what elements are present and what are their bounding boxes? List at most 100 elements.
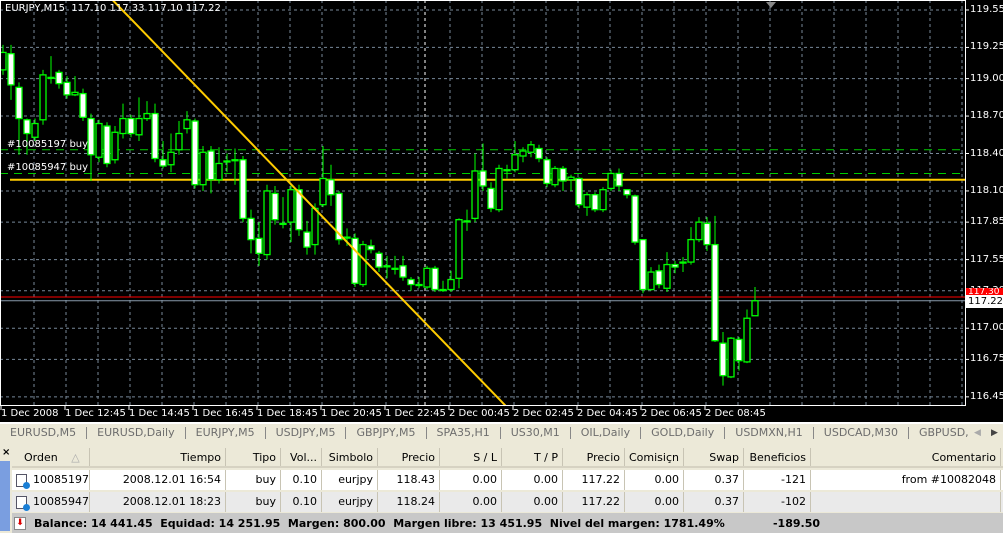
chart-tab[interactable]: SPA35,H1 bbox=[427, 427, 501, 439]
cell: 0.00 bbox=[472, 473, 498, 486]
chart-canvas[interactable] bbox=[0, 0, 1003, 422]
total-profit: -189.50 bbox=[772, 516, 820, 530]
price-axis-label: 118.40 bbox=[970, 147, 1003, 159]
bull-candle bbox=[751, 300, 759, 317]
chart-tab[interactable]: EURUSD,Daily bbox=[87, 427, 186, 439]
bear-candle bbox=[671, 263, 679, 268]
bear-candle bbox=[207, 150, 215, 181]
chart-tab[interactable]: GOLD,Daily bbox=[641, 427, 726, 439]
column-header[interactable]: Tipo bbox=[226, 448, 281, 466]
bull-candle bbox=[287, 189, 295, 223]
column-header[interactable]: Orden △ bbox=[12, 448, 90, 466]
chart-tab[interactable]: EURUSD,M5 bbox=[0, 427, 88, 439]
bull-candle bbox=[223, 160, 231, 163]
bull-candle bbox=[383, 265, 391, 268]
bull-candle bbox=[583, 194, 591, 208]
time-axis-label: 1 Dec 2008 bbox=[1, 408, 59, 419]
bear-candle bbox=[703, 222, 711, 246]
chart-shift-icon bbox=[766, 2, 776, 8]
bull-candle bbox=[311, 207, 319, 246]
chart-tab[interactable]: OIL,Daily bbox=[571, 427, 642, 439]
time-axis-label: 2 Dec 02:45 bbox=[513, 408, 574, 419]
bull-candle bbox=[567, 176, 575, 181]
cell: 0.00 bbox=[533, 495, 559, 508]
bid-price-label: 117.22 bbox=[966, 295, 1003, 308]
cell: 0.00 bbox=[472, 495, 498, 508]
cell: from #10082048 bbox=[901, 473, 996, 486]
table-row[interactable]: 10085197 2008.12.01 16:54 buy 0.10 eurjpy 118… bbox=[12, 470, 1003, 490]
chart-tab[interactable]: USDMXN,H1 bbox=[725, 427, 814, 439]
time-axis-label: 2 Dec 08:45 bbox=[705, 408, 766, 419]
price-chart[interactable]: EURJPY,M15 117.10 117.33 117.10 117.22 #… bbox=[0, 0, 1003, 422]
bull-candle bbox=[319, 177, 327, 206]
cell: 0.37 bbox=[714, 495, 740, 508]
bull-candle bbox=[647, 271, 655, 291]
column-header[interactable]: Beneficios bbox=[744, 448, 811, 466]
cell: 118.43 bbox=[396, 473, 436, 486]
bull-candle bbox=[175, 132, 183, 151]
bear-candle bbox=[63, 81, 71, 96]
column-header[interactable]: Vol... bbox=[281, 448, 322, 466]
time-axis-label: 2 Dec 06:45 bbox=[641, 408, 702, 419]
column-header[interactable]: Precio bbox=[378, 448, 440, 466]
column-header[interactable]: S / L bbox=[440, 448, 502, 466]
cell: 117.22 bbox=[581, 495, 621, 508]
price-axis-label: 117.00 bbox=[970, 322, 1003, 334]
chart-tab[interactable]: USDCAD,M30 bbox=[814, 427, 909, 439]
cell: eurjpy bbox=[338, 495, 373, 508]
table-row[interactable]: 10085947 2008.12.01 18:23 buy 0.10 eurjpy 118… bbox=[12, 492, 1003, 512]
bull-candle bbox=[423, 267, 431, 288]
bear-candle bbox=[103, 125, 111, 165]
column-header[interactable]: Simbolo bbox=[322, 448, 378, 466]
bear-candle bbox=[431, 267, 439, 291]
price-axis-label: 119.00 bbox=[970, 72, 1003, 84]
bear-candle bbox=[79, 92, 87, 118]
cell: 117.22 bbox=[581, 473, 621, 486]
time-axis-label: 2 Dec 04:45 bbox=[577, 408, 638, 419]
bull-candle bbox=[439, 288, 447, 292]
bull-candle bbox=[135, 117, 143, 136]
close-terminal-button[interactable]: × bbox=[2, 447, 10, 458]
chart-tab[interactable]: EURJPY,M5 bbox=[186, 427, 266, 439]
chart-tab[interactable]: GBPJPY,M5 bbox=[346, 427, 427, 439]
chart-tab[interactable]: USDJPY,M5 bbox=[266, 427, 347, 439]
time-axis-label: 2 Dec 00:45 bbox=[449, 408, 510, 419]
column-header[interactable]: Swap bbox=[684, 448, 744, 466]
bear-candle bbox=[303, 231, 311, 248]
bull-candle bbox=[231, 159, 239, 162]
order-icon bbox=[16, 495, 30, 511]
column-header[interactable]: T / P bbox=[502, 448, 563, 466]
bull-candle bbox=[551, 167, 559, 186]
price-axis-label: 119.55 bbox=[970, 3, 1003, 15]
bear-candle bbox=[151, 112, 159, 160]
bull-candle bbox=[39, 74, 47, 121]
bull-candle bbox=[687, 238, 695, 263]
order-icon bbox=[16, 473, 30, 489]
scroll-right-icon[interactable]: ▶ bbox=[991, 428, 998, 438]
bear-candle bbox=[655, 270, 663, 286]
column-header[interactable]: Tiempo bbox=[90, 448, 226, 466]
bull-candle bbox=[143, 112, 151, 120]
bull-candle bbox=[279, 222, 287, 226]
bull-candle bbox=[511, 154, 519, 171]
price-axis-label: 118.10 bbox=[970, 184, 1003, 196]
bull-candle bbox=[199, 151, 207, 186]
scroll-left-icon[interactable]: ◀ bbox=[974, 428, 981, 438]
bear-candle bbox=[127, 117, 135, 135]
account-summary: Balance: 14 441.45 Equidad: 14 251.95 Ma… bbox=[34, 516, 725, 530]
bull-candle bbox=[455, 218, 463, 279]
bull-candle bbox=[599, 189, 607, 211]
bear-candle bbox=[639, 238, 647, 291]
bull-candle bbox=[471, 170, 479, 220]
column-header[interactable]: Comentario bbox=[811, 448, 1001, 466]
price-axis-label: 116.75 bbox=[970, 353, 1003, 365]
column-header[interactable]: Precio bbox=[563, 448, 625, 466]
bear-candle bbox=[575, 177, 583, 206]
column-header[interactable]: Comisiçn bbox=[625, 448, 684, 466]
bull-candle bbox=[215, 162, 223, 181]
bull-candle bbox=[695, 221, 703, 241]
cell: 10085197 bbox=[33, 473, 89, 486]
chart-tab[interactable]: US30,M1 bbox=[501, 427, 571, 439]
cell: buy bbox=[255, 495, 276, 508]
cell: 0.00 bbox=[533, 473, 559, 486]
